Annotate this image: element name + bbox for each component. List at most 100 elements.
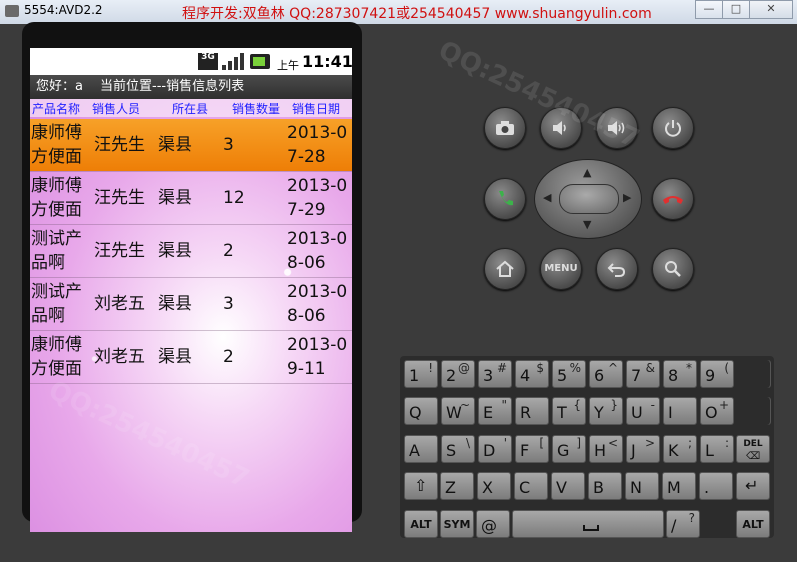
key-b[interactable]: B <box>588 472 622 500</box>
camera-button[interactable] <box>484 107 526 149</box>
cell-product: 康师傅方便面 <box>31 176 82 220</box>
key-i[interactable]: I <box>663 397 697 425</box>
key-e[interactable]: E " <box>478 397 512 425</box>
key-1[interactable]: 1! <box>404 360 438 388</box>
key-r[interactable]: R <box>515 397 549 425</box>
back-button[interactable] <box>596 248 638 290</box>
end-call-icon <box>663 196 683 204</box>
key-5[interactable]: 5% <box>552 360 586 388</box>
dpad-right-icon[interactable]: ▶ <box>623 191 631 204</box>
key-c[interactable]: C <box>514 472 548 500</box>
enter-key[interactable]: ↵ <box>736 472 770 500</box>
key-9[interactable]: 9( <box>700 360 734 388</box>
key-t[interactable]: T{ <box>552 397 586 425</box>
cell-quantity: 3 <box>223 294 234 314</box>
key-h[interactable]: H < <box>589 435 623 463</box>
cell-salesperson: 刘老五 <box>94 347 145 367</box>
alt-key-right[interactable]: ALT <box>736 510 770 538</box>
table-row[interactable]: 康师傅方便面 汪先生 渠县 3 2013-07-28 <box>30 119 352 171</box>
sym-key[interactable]: SYM <box>440 510 474 538</box>
key-f[interactable]: F[ <box>515 435 549 463</box>
cell-date: 2013-09-11 <box>287 335 348 379</box>
key-m[interactable]: M <box>662 472 696 500</box>
key-alt-label: ] <box>576 436 581 450</box>
key-w[interactable]: W ~ <box>441 397 475 425</box>
key-l[interactable]: L: <box>700 435 734 463</box>
volume-down-button[interactable] <box>540 107 582 149</box>
key-s[interactable]: S \ <box>441 435 475 463</box>
key-6[interactable]: 6 ^ <box>589 360 623 388</box>
key-main-label: L <box>705 441 714 460</box>
key-main-label: C <box>519 478 531 497</box>
delete-key[interactable]: DEL ⌫ <box>736 435 770 463</box>
status-ampm: 上午 <box>277 59 299 72</box>
key-y[interactable]: Y} <box>589 397 623 425</box>
slash-key[interactable]: /? <box>666 510 700 538</box>
alt-key-left[interactable]: ALT <box>404 510 438 538</box>
header-quantity: 销售数量 <box>232 102 281 116</box>
key-j[interactable]: J > <box>626 435 660 463</box>
dpad[interactable]: ▲ ▼ ◀ ▶ <box>534 159 642 239</box>
key-main-label: N <box>630 478 642 497</box>
key-main-label: G <box>557 441 570 460</box>
key-main-label: X <box>482 478 493 497</box>
cell-county: 渠县 <box>158 347 192 367</box>
key-z[interactable]: Z <box>440 472 474 500</box>
key-x[interactable]: X <box>477 472 511 500</box>
key-q[interactable]: Q <box>404 397 438 425</box>
cell-salesperson: 汪先生 <box>94 241 145 261</box>
key-main-label: I <box>668 403 673 422</box>
dpad-down-icon[interactable]: ▼ <box>583 218 591 231</box>
key-k[interactable]: K; <box>663 435 697 463</box>
table-row[interactable]: 康师傅方便面 刘老五 渠县 2 2013-09-11 <box>30 331 352 383</box>
key-g[interactable]: G] <box>552 435 586 463</box>
key-alt-label: ~ <box>459 398 470 412</box>
camera-icon <box>496 121 514 135</box>
table-row[interactable]: 康师傅方便面 汪先生 渠县 12 2013-07-29 <box>30 172 352 224</box>
key-4[interactable]: 4 $ <box>515 360 549 388</box>
key-main-label: A <box>409 441 420 460</box>
key-d[interactable]: D ' <box>478 435 512 463</box>
search-icon <box>665 261 681 277</box>
maximize-button[interactable]: □ <box>722 0 750 19</box>
key-main-label: R <box>520 403 532 422</box>
call-button[interactable] <box>484 178 526 220</box>
key-v[interactable]: V <box>551 472 585 500</box>
key-alt-label: * <box>686 361 692 375</box>
table-row[interactable]: 测试产品啊 刘老五 渠县 3 2013-08-06 <box>30 278 352 330</box>
menu-button[interactable]: MENU <box>540 248 582 290</box>
key-3[interactable]: 3 # <box>478 360 512 388</box>
search-button[interactable] <box>652 248 694 290</box>
cell-product: 康师傅方便面 <box>31 335 82 379</box>
home-button[interactable] <box>484 248 526 290</box>
key-o[interactable]: O + <box>700 397 734 425</box>
key-7[interactable]: 7 & <box>626 360 660 388</box>
dpad-left-icon[interactable]: ◀ <box>543 191 551 204</box>
power-button[interactable] <box>652 107 694 149</box>
shift-key[interactable]: ⇧ <box>404 472 438 500</box>
key-a[interactable]: A <box>404 435 438 463</box>
key-period[interactable]: . <box>699 472 733 500</box>
key-2[interactable]: 2 @ <box>441 360 475 388</box>
volume-up-button[interactable] <box>596 107 638 149</box>
status-time: 11:41 <box>302 52 352 71</box>
close-button[interactable]: ✕ <box>749 0 793 19</box>
key-u[interactable]: U- <box>626 397 660 425</box>
table-row[interactable]: 测试产品啊 汪先生 渠县 2 2013-08-06 <box>30 225 352 277</box>
minimize-button[interactable]: — <box>695 0 723 19</box>
key-main-label: . <box>704 478 710 497</box>
key-alt-label: ( <box>724 361 729 375</box>
space-key[interactable] <box>512 510 664 538</box>
key-n[interactable]: N <box>625 472 659 500</box>
dpad-up-icon[interactable]: ▲ <box>583 166 591 179</box>
app-icon <box>5 5 19 17</box>
key-alt-label: ^ <box>607 361 618 375</box>
at-key[interactable]: @ <box>476 510 510 538</box>
header-salesperson: 销售人员 <box>92 102 141 116</box>
end-call-button[interactable] <box>652 178 694 220</box>
dpad-center-button[interactable] <box>559 184 619 214</box>
key-main-label: Y <box>594 403 604 422</box>
key-main-label: 5 <box>557 366 568 385</box>
key-8[interactable]: 8 * <box>663 360 697 388</box>
cell-county: 渠县 <box>158 241 192 261</box>
